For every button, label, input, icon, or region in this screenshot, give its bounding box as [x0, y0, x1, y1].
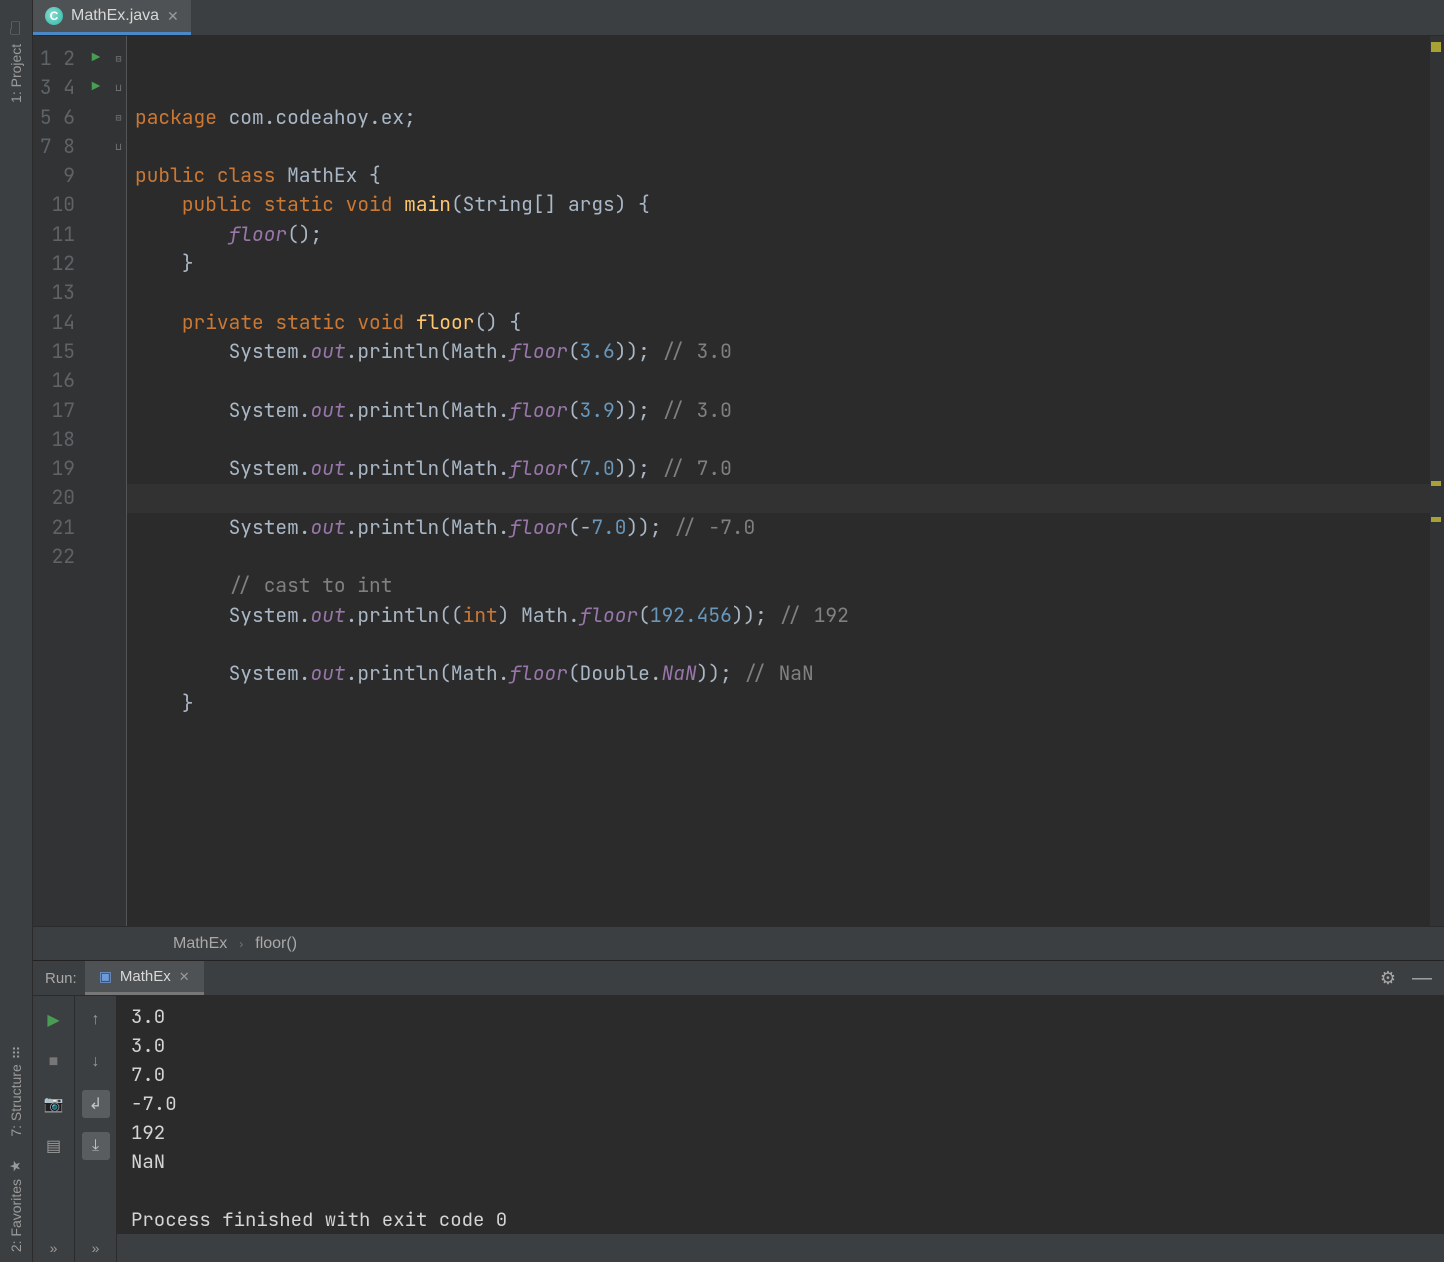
- breadcrumb-method[interactable]: floor(): [255, 935, 297, 953]
- fold-gutter: ⊟ ⊔ ⊟ ⊔: [111, 36, 127, 926]
- run-tab[interactable]: ▣ MathEx ✕: [85, 961, 204, 995]
- class-icon: C: [45, 7, 63, 25]
- stop-button[interactable]: ■: [40, 1048, 68, 1076]
- rail-project[interactable]: 1: Project 🗀: [4, 14, 28, 103]
- breadcrumb: MathEx › floor(): [33, 926, 1444, 960]
- structure-label: 7: Structure: [8, 1064, 24, 1136]
- main-column: C MathEx.java ✕ 1 2 3 4 5 6 7 8 9 10 11 …: [33, 0, 1444, 1262]
- structure-icon: ⠿: [11, 1045, 21, 1061]
- fold-end-icon[interactable]: ⊔: [111, 73, 126, 102]
- rail-favorites[interactable]: 2: Favorites ★: [8, 1157, 24, 1252]
- fold-icon[interactable]: ⊟: [111, 44, 126, 73]
- editor-scrollbar[interactable]: [1430, 36, 1444, 926]
- scroll-to-end-icon[interactable]: ⤓: [82, 1132, 110, 1160]
- scroll-down-icon[interactable]: ↓: [82, 1048, 110, 1076]
- run-line-icon[interactable]: ▶: [81, 44, 111, 73]
- run-toolbar-secondary: ↑ ↓ ↲ ⤓: [75, 996, 117, 1234]
- left-tool-rail: 1: Project 🗀 7: Structure ⠿ 2: Favorites…: [0, 0, 33, 1262]
- favorites-label: 2: Favorites: [8, 1179, 24, 1252]
- more-button[interactable]: »: [75, 1234, 117, 1262]
- fold-end-icon[interactable]: ⊔: [111, 132, 126, 161]
- chevron-right-icon: ›: [239, 937, 243, 951]
- close-icon[interactable]: ✕: [167, 8, 179, 25]
- rail-structure[interactable]: 7: Structure ⠿: [8, 1048, 24, 1137]
- folder-icon: 🗀: [4, 14, 28, 38]
- app-icon: ▣: [99, 968, 112, 985]
- project-label: 1: Project: [8, 44, 24, 103]
- line-number-gutter: 1 2 3 4 5 6 7 8 9 10 11 12 13 14 15 16 1…: [33, 36, 81, 926]
- tab-filename: MathEx.java: [71, 7, 159, 25]
- camera-icon[interactable]: 📷: [40, 1090, 68, 1118]
- layout-icon[interactable]: ▤: [40, 1132, 68, 1160]
- breadcrumb-class[interactable]: MathEx: [173, 935, 227, 953]
- console-output[interactable]: 3.0 3.0 7.0 -7.0 192 NaN Process finishe…: [117, 996, 1444, 1234]
- rerun-button[interactable]: ▶: [40, 1006, 68, 1034]
- tab-mathex[interactable]: C MathEx.java ✕: [33, 0, 191, 35]
- run-header: Run: ▣ MathEx ✕ ⚙ —: [33, 961, 1444, 996]
- gear-icon[interactable]: ⚙: [1380, 968, 1396, 989]
- more-button[interactable]: »: [33, 1234, 75, 1262]
- code-editor[interactable]: 1 2 3 4 5 6 7 8 9 10 11 12 13 14 15 16 1…: [33, 36, 1444, 926]
- fold-icon[interactable]: ⊟: [111, 103, 126, 132]
- minimize-icon[interactable]: —: [1412, 967, 1432, 990]
- star-icon: ★: [8, 1157, 24, 1173]
- run-toolbar-primary: ▶ ■ 📷 ▤: [33, 996, 75, 1234]
- scroll-up-icon[interactable]: ↑: [82, 1006, 110, 1034]
- code-body[interactable]: package com.codeahoy.ex; public class Ma…: [127, 36, 1444, 926]
- editor-tab-bar: C MathEx.java ✕: [33, 0, 1444, 36]
- run-label: Run:: [45, 970, 77, 987]
- soft-wrap-icon[interactable]: ↲: [82, 1090, 110, 1118]
- run-tab-name: MathEx: [120, 968, 171, 985]
- close-icon[interactable]: ✕: [179, 969, 190, 985]
- run-line-icon[interactable]: ▶: [81, 73, 111, 102]
- run-marker-gutter: ▶ ▶: [81, 36, 111, 926]
- run-tool-window: Run: ▣ MathEx ✕ ⚙ — ▶ ■ 📷 ▤ ↑ ↓ ↲ ⤓: [33, 960, 1444, 1262]
